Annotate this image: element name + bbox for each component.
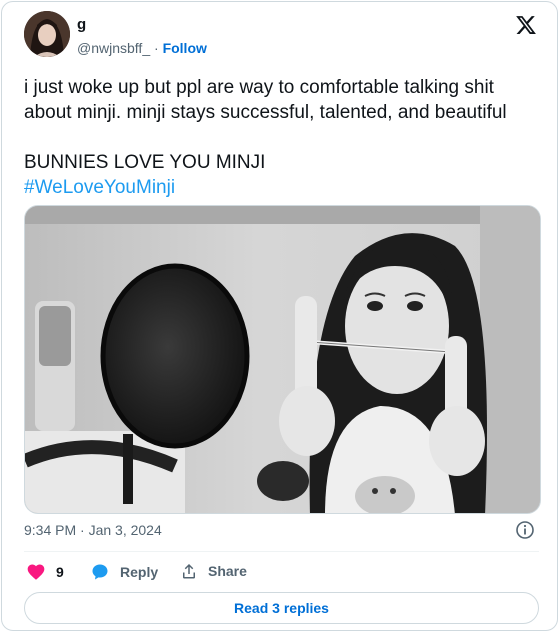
tweet-text-blank [24, 125, 544, 150]
reply-button[interactable]: Reply [90, 562, 158, 582]
x-logo-icon[interactable] [515, 14, 537, 36]
tweet-text-line: i just woke up but ppl are way to comfor… [24, 77, 494, 98]
timestamp-link[interactable]: 9:34 PM · Jan 3, 2024 [24, 522, 162, 538]
heart-icon [27, 564, 45, 580]
info-icon[interactable] [515, 520, 535, 540]
like-count: 9 [56, 564, 64, 580]
tweet-embed-card: g @nwjnsbff_ · Follow i just woke up but… [1, 1, 558, 631]
share-icon [183, 563, 195, 579]
speech-bubble-icon [92, 564, 108, 580]
hashtag-link[interactable]: #WeLoveYouMinji [24, 175, 544, 200]
like-button[interactable]: 9 [26, 562, 64, 582]
divider [24, 551, 539, 552]
tweet-photo[interactable] [24, 205, 541, 514]
read-replies-button[interactable]: Read 3 replies [24, 592, 539, 624]
reply-label: Reply [120, 564, 159, 580]
tweet-text-line: BUNNIES LOVE YOU MINJI [24, 152, 266, 173]
author-display-name[interactable]: g [77, 16, 86, 33]
share-button[interactable]: Share [180, 562, 247, 580]
separator-dot: · [154, 40, 159, 56]
share-label: Share [208, 563, 247, 579]
author-handle[interactable]: @nwjnsbff_ [77, 40, 150, 56]
tweet-text: i just woke up but ppl are way to comfor… [24, 75, 544, 200]
tweet-text-line: about minji. minji stays successful, tal… [24, 102, 507, 123]
author-handle-row: @nwjnsbff_ · Follow [77, 40, 207, 56]
follow-button[interactable]: Follow [163, 40, 207, 56]
avatar[interactable] [24, 11, 70, 57]
